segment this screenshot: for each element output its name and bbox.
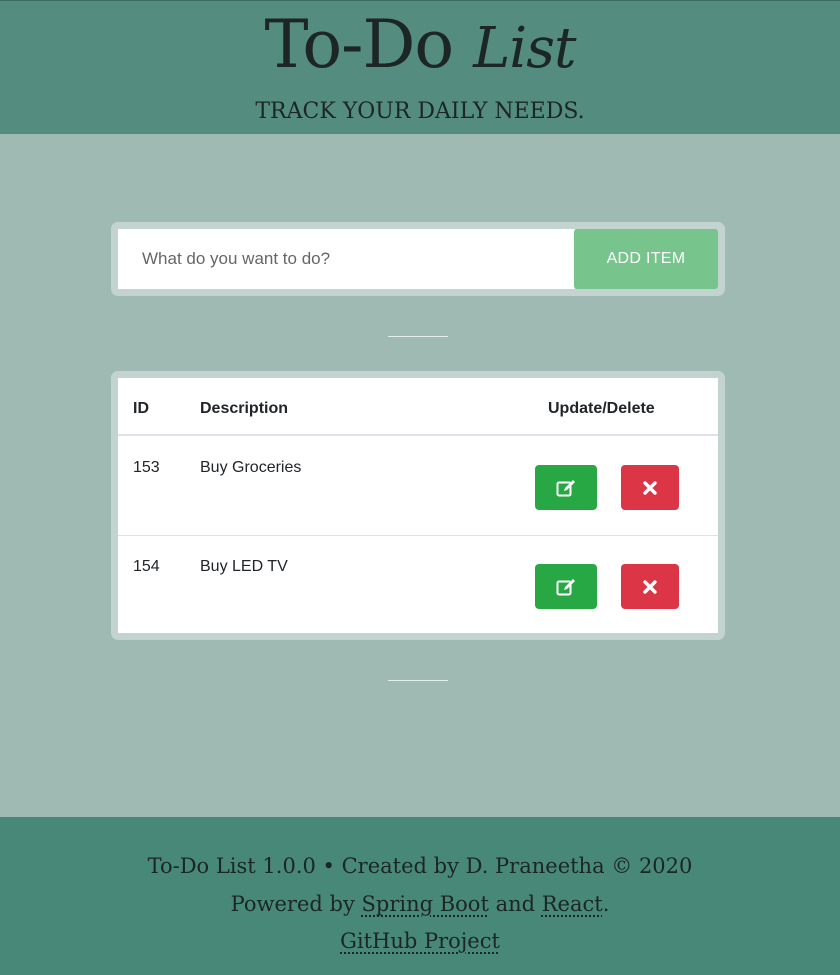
edit-button[interactable] xyxy=(535,465,597,510)
title-main: To-Do xyxy=(264,6,455,83)
todo-table-card: ID Description Update/Delete 153 Buy Gro… xyxy=(111,371,725,640)
delete-button[interactable] xyxy=(621,465,679,510)
pencil-square-icon xyxy=(556,479,575,496)
pencil-square-icon xyxy=(556,578,575,595)
edit-button[interactable] xyxy=(535,564,597,609)
page-footer: To-Do List 1.0.0 • Created by D. Praneet… xyxy=(0,817,840,975)
period-text: . xyxy=(602,892,610,916)
page-subtitle: TRACK YOUR DAILY NEEDS. xyxy=(255,99,585,124)
row-description: Buy LED TV xyxy=(200,558,288,575)
footer-github: GitHub Project xyxy=(0,926,840,956)
x-mark-icon xyxy=(643,480,657,495)
footer-credits: To-Do List 1.0.0 • Created by D. Praneet… xyxy=(147,854,693,878)
column-header-update-delete: Update/Delete xyxy=(548,400,655,417)
table-row: 154 Buy LED TV xyxy=(118,535,718,634)
column-header-description: Description xyxy=(200,400,289,417)
row-id: 153 xyxy=(133,459,160,476)
add-item-button[interactable]: ADD ITEM xyxy=(574,229,718,289)
todo-input[interactable] xyxy=(118,229,575,289)
page-header: To-Do List TRACK YOUR DAILY NEEDS. xyxy=(0,0,840,134)
title-italic: List xyxy=(473,16,576,81)
page-title: To-Do List xyxy=(0,5,840,89)
footer-powered-by: Powered by Spring Boot and React. xyxy=(0,889,840,919)
x-mark-icon xyxy=(643,579,657,594)
row-id: 154 xyxy=(133,558,160,575)
table-header-border xyxy=(118,434,718,436)
divider xyxy=(388,336,448,337)
divider xyxy=(388,680,448,681)
add-item-form: ADD ITEM xyxy=(111,222,725,296)
row-description: Buy Groceries xyxy=(200,459,302,476)
react-link[interactable]: React xyxy=(542,892,603,916)
and-text: and xyxy=(488,892,542,916)
powered-by-text: Powered by xyxy=(230,892,362,916)
table-row: 153 Buy Groceries xyxy=(118,437,718,535)
todo-table: ID Description Update/Delete 153 Buy Gro… xyxy=(118,378,718,633)
column-header-id: ID xyxy=(133,400,149,417)
spring-boot-link[interactable]: Spring Boot xyxy=(362,892,489,916)
delete-button[interactable] xyxy=(621,564,679,609)
github-project-link[interactable]: GitHub Project xyxy=(340,929,500,953)
